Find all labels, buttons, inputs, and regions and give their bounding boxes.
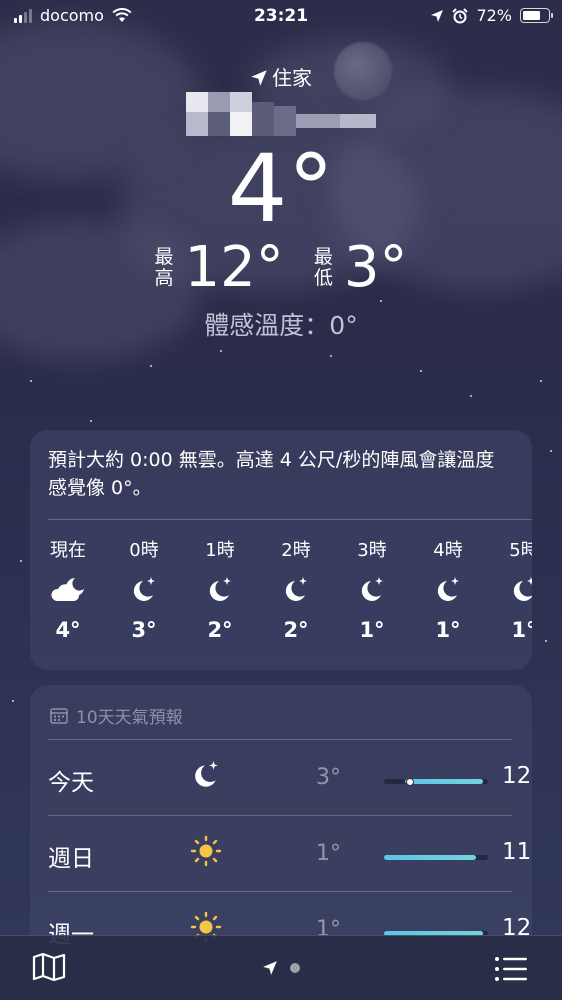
hour-time: 3時 (357, 540, 387, 561)
cloud-moon-icon (51, 578, 84, 601)
moon-stars-icon (361, 577, 383, 601)
day-low-temp: 1° (316, 841, 341, 866)
day-row[interactable]: 今天 3° 12° (30, 741, 532, 817)
moon-stars-icon (209, 577, 231, 601)
divider (48, 815, 512, 816)
forecast-summary: 預計大約 0:00 無雲。高達 4 公尺/秒的陣風會讓溫度感覺像 0°。 (48, 449, 495, 499)
ten-day-header: 10天天氣預報 (50, 703, 183, 728)
battery-percent: 72% (476, 6, 512, 25)
hour-item: 3時 1° (334, 536, 410, 642)
hour-temp: 2° (207, 618, 233, 642)
hour-time: 4時 (433, 540, 463, 561)
hour-item: 5時 1° (486, 536, 532, 642)
location-label: 住家 (272, 66, 312, 90)
hourly-list[interactable]: 現在 4° 0時 3° 1時 2° 2時 2° 3時 1° 4時 1° 5時 1… (30, 536, 532, 642)
calendar-icon (50, 708, 68, 724)
low-temperature: 3° (343, 235, 408, 300)
moon-stars-icon (195, 761, 218, 787)
hour-time: 現在 (50, 540, 86, 561)
hour-item: 1時 2° (182, 536, 258, 642)
divider (48, 519, 532, 520)
temp-range-bar (384, 855, 488, 860)
hour-time: 5時 (509, 540, 532, 561)
temp-range-fill (404, 779, 483, 784)
location-arrow-icon (251, 70, 267, 86)
day-low-temp: 3° (316, 765, 341, 790)
divider (48, 891, 512, 892)
day-name: 今天 (48, 770, 94, 796)
day-high-temp: 12° (502, 763, 532, 789)
hour-temp: 3° (131, 618, 157, 642)
moon-stars-icon (285, 577, 307, 601)
divider (48, 739, 512, 740)
day-name: 週日 (48, 846, 94, 872)
hour-temp: 2° (283, 618, 309, 642)
page-dot (290, 963, 300, 973)
hour-temp: 1° (435, 618, 461, 642)
list-icon[interactable] (494, 956, 528, 982)
moon-stars-icon (513, 577, 532, 601)
hour-item: 現在 4° (30, 536, 106, 642)
location-arrow-icon (263, 961, 277, 975)
high-label: 最高 (154, 246, 174, 289)
hour-time: 0時 (129, 540, 159, 561)
high-temperature: 12° (184, 235, 284, 300)
bottom-toolbar (0, 935, 562, 1000)
ten-day-title: 10天天氣預報 (76, 708, 183, 728)
sun-icon (190, 835, 222, 867)
redacted-place-name (186, 92, 376, 138)
hour-time: 1時 (205, 540, 235, 561)
hour-temp: 4° (55, 618, 81, 642)
hour-temp: 1° (511, 618, 532, 642)
battery-icon (520, 8, 553, 23)
moon-stars-icon (133, 577, 155, 601)
hourly-forecast-card[interactable]: 預計大約 0:00 無雲。高達 4 公尺/秒的陣風會讓溫度感覺像 0°。 現在 … (30, 430, 532, 670)
moon-stars-icon (437, 577, 459, 601)
status-bar: docomo 23:21 72% (0, 0, 562, 32)
hour-time: 2時 (281, 540, 311, 561)
day-high-temp: 11° (502, 839, 532, 865)
current-temperature: 4° (227, 135, 335, 244)
current-temp-marker (406, 777, 414, 786)
day-row[interactable]: 週日 1° 11° (30, 817, 532, 893)
hour-item: 2時 2° (258, 536, 334, 642)
high-low-row: 最高 12° 最低 3° (0, 238, 562, 298)
page-indicator[interactable] (0, 960, 562, 976)
hour-item: 4時 1° (410, 536, 486, 642)
hour-temp: 1° (359, 618, 385, 642)
temp-range-bar (384, 777, 488, 786)
low-label: 最低 (313, 246, 333, 289)
location-name: 住家 (0, 62, 562, 91)
alarm-icon (452, 7, 469, 23)
hour-item: 0時 3° (106, 536, 182, 642)
feels-like: 體感溫度：0° (204, 311, 358, 340)
location-arrow-icon (431, 9, 444, 22)
temp-range-fill (384, 855, 476, 860)
